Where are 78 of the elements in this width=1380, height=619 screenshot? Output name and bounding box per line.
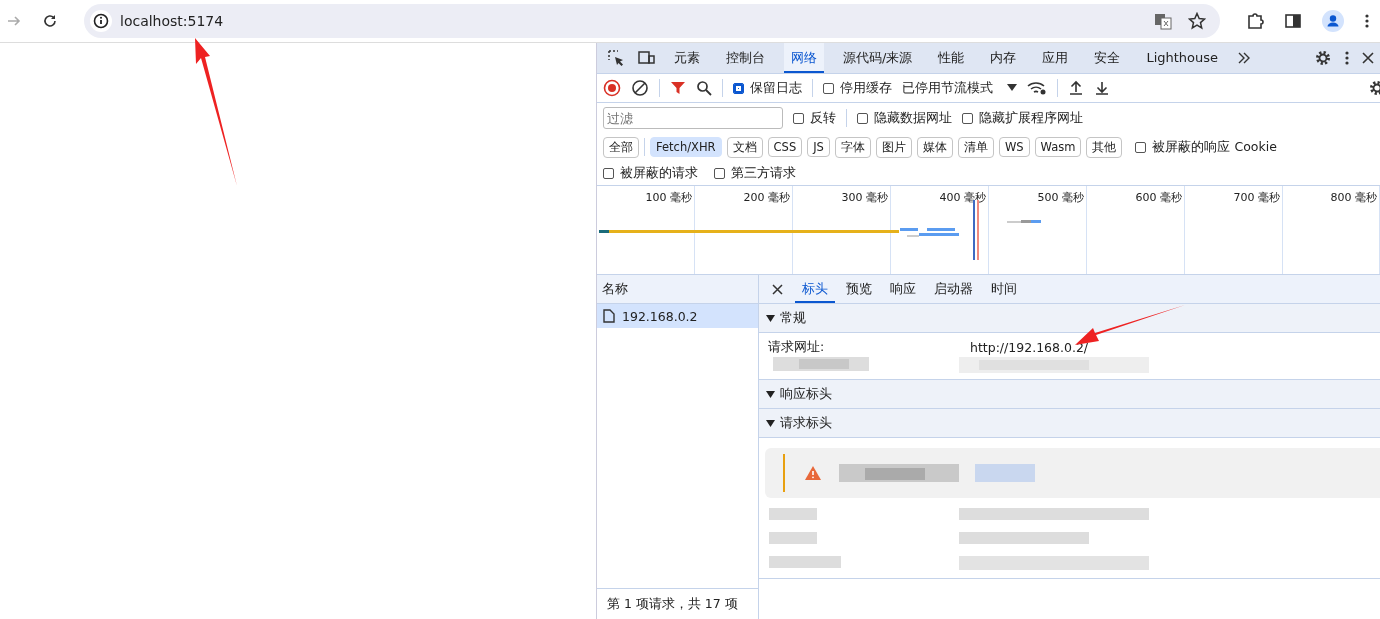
preserve-log-checkbox[interactable]: 保留日志 [733,79,802,97]
panel-tab[interactable]: 网络 [784,43,824,73]
info-icon[interactable] [90,10,112,32]
clear-icon[interactable] [631,79,649,97]
time-tick-label: 800 毫秒 [1283,186,1380,274]
url-text: localhost:5174 [120,13,224,29]
caret-icon [1007,84,1017,92]
settings-icon[interactable] [1368,79,1380,97]
section-header[interactable]: 响应标头 [759,380,1380,409]
filter-option-checkbox[interactable]: 反转 [793,109,836,127]
section-header[interactable]: 请求标头 [759,409,1380,438]
section-title: 请求标头 [780,414,832,432]
record-icon[interactable] [603,79,621,97]
more-icon[interactable] [1344,50,1350,66]
type-filter-chip[interactable]: 清单 [957,136,994,158]
close-icon[interactable] [1362,52,1374,64]
detail-tab[interactable]: 启动器 [927,275,980,303]
puzzle-icon[interactable] [1246,12,1264,30]
section-header[interactable]: 常规 [759,304,1380,333]
type-filter-chip[interactable]: 媒体 [916,136,953,158]
blocked-cookies-checkbox[interactable]: 被屏蔽的响应 Cookie [1135,138,1277,156]
reload-icon[interactable] [42,13,58,29]
filter-field[interactable]: 过滤 [603,107,783,129]
panel-tab[interactable]: 元素 [667,43,707,73]
panel-tab[interactable]: 源代码/来源 [836,43,920,73]
panel-tab[interactable]: 安全 [1087,43,1128,73]
section-title: 常规 [780,309,806,327]
upload-icon[interactable] [1068,80,1084,96]
filter-icon[interactable] [670,80,686,96]
panel-tab[interactable]: 控制台 [719,43,772,73]
disable-cache-checkbox[interactable]: 停用缓存 [823,79,892,97]
field-label: 请求网址: [768,338,826,356]
panel-tab[interactable]: 应用 [1035,43,1076,73]
inspect-icon[interactable] [607,49,625,67]
type-filter-chip[interactable]: 其他 [1086,136,1123,158]
wifi-gear-icon[interactable] [1027,80,1047,96]
time-tick-label: 700 毫秒 [1185,186,1283,274]
more-icon[interactable] [1364,13,1370,29]
column-header[interactable]: 名称 [597,275,758,304]
panel-tab[interactable]: Lighthouse [1139,43,1226,73]
type-filter-chip[interactable]: WS [998,137,1030,157]
detail-tab[interactable]: 响应 [883,275,923,303]
panel-tab[interactable]: 内存 [983,43,1024,73]
address-bar[interactable]: localhost:5174 [84,4,1220,38]
panel-tab[interactable]: 性能 [931,43,972,73]
request-option-checkbox[interactable]: 被屏蔽的请求 [603,164,698,182]
waterfall-drawing [1007,220,1041,224]
sidebar-icon[interactable] [1284,12,1302,30]
section-title: 响应标头 [780,385,832,403]
device-icon[interactable] [637,49,655,67]
detail-tab[interactable]: 时间 [984,275,1024,303]
download-icon[interactable] [1094,80,1110,96]
status-bar: 第 1 项请求，共 17 项 [597,588,758,619]
type-filter-chip[interactable]: 图片 [875,136,912,158]
type-filter-chip[interactable]: 字体 [834,136,871,158]
throttling-dropdown[interactable]: 已停用节流模式 [902,79,1017,97]
filter-option-checkbox[interactable]: 隐藏数据网址 [857,109,952,127]
settings-icon[interactable] [1314,49,1332,67]
type-filter-chip[interactable]: 全部 [603,136,639,158]
translate-icon[interactable] [1154,12,1172,30]
type-filter-chip[interactable]: Wasm [1034,137,1082,157]
warning-icon [805,466,821,480]
document-icon [603,309,615,323]
type-filter-chip[interactable]: 文档 [726,136,763,158]
request-option-checkbox[interactable]: 第三方请求 [714,164,796,182]
type-filter-chip[interactable]: Fetch/XHR [650,137,722,157]
type-filter-chip[interactable]: JS [807,137,830,157]
type-filter-chip[interactable]: CSS [767,137,803,157]
star-icon[interactable] [1188,12,1206,30]
chevrons-icon[interactable] [1237,51,1252,65]
close-icon[interactable] [772,283,783,295]
detail-tab[interactable]: 预览 [839,275,879,303]
avatar-icon[interactable] [1322,10,1344,32]
search-icon[interactable] [696,80,712,96]
field-value: http://192.168.0.2/ [970,339,1089,355]
filter-option-checkbox[interactable]: 隐藏扩展程序网址 [962,109,1083,127]
request-row[interactable]: 192.168.0.2 [597,304,758,328]
time-tick-label: 600 毫秒 [1087,186,1185,274]
